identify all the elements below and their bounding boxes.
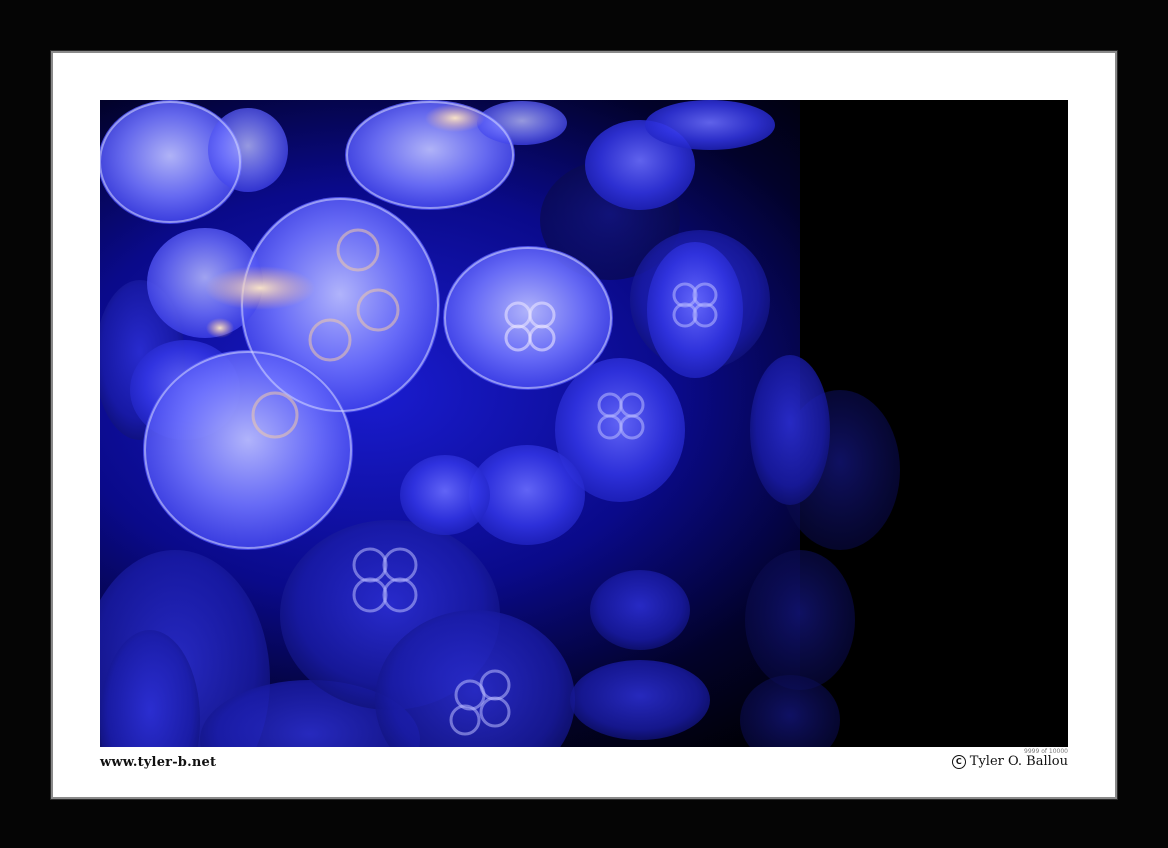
picture-frame: www.tyler-b.net 9999 of 10000 C Tyler O.…	[0, 0, 1168, 848]
jellyfish-illustration	[100, 100, 1068, 747]
copyright-credit: C Tyler O. Ballou	[951, 754, 1068, 769]
jellyfish-photo	[100, 100, 1068, 747]
white-mat: www.tyler-b.net 9999 of 10000 C Tyler O.…	[51, 51, 1117, 799]
copyright-icon: C	[951, 754, 966, 769]
author-name: Tyler O. Ballou	[969, 754, 1068, 769]
website-url: www.tyler-b.net	[100, 755, 217, 770]
